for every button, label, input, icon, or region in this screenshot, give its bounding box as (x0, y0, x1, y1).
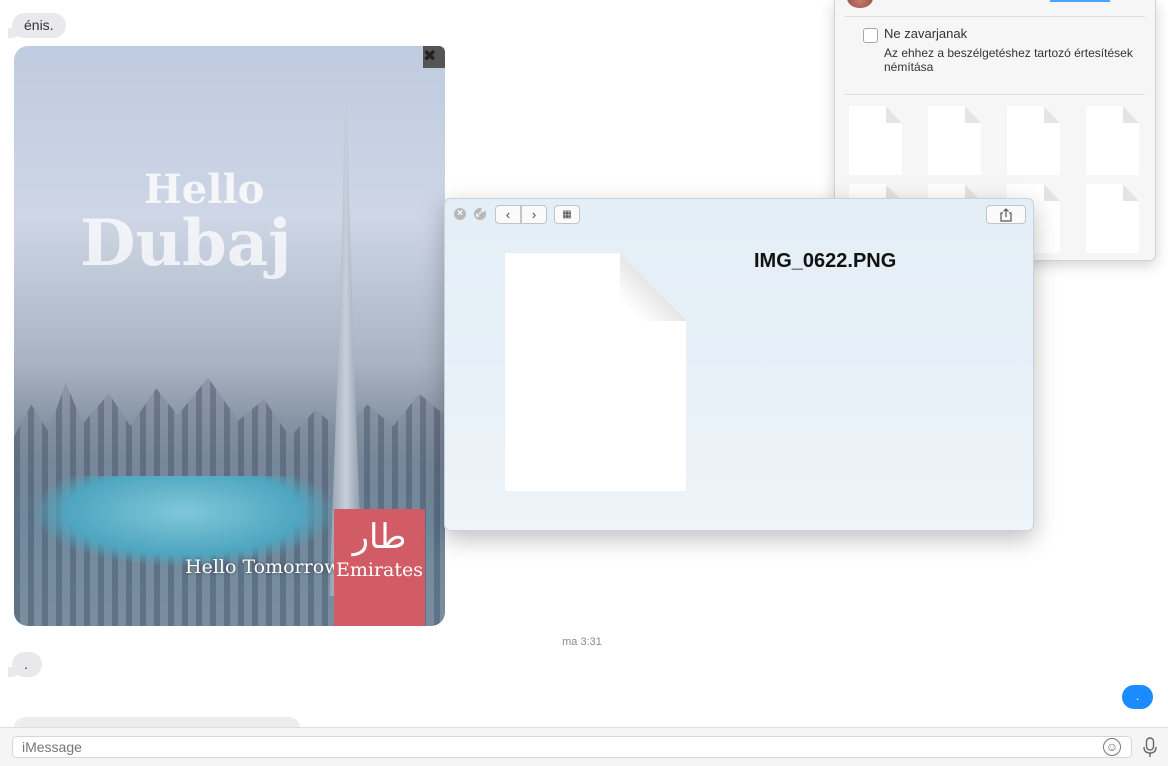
close-icon[interactable]: ✖ (423, 46, 445, 68)
message-bubble-incoming[interactable]: énis. (8, 13, 66, 38)
emirates-wordmark: Emirates (335, 559, 423, 581)
attachment-file-icon[interactable] (1007, 106, 1060, 175)
emirates-logo: ﻃﺎﺭ Emirates (334, 509, 425, 626)
attachment-file-icon[interactable] (928, 106, 981, 175)
attachment-file-icon[interactable] (1086, 106, 1139, 175)
do-not-disturb-description: Az ehhez a beszélgetéshez tartozó értesí… (884, 46, 1133, 74)
microphone-icon[interactable] (1142, 737, 1158, 759)
do-not-disturb-label: Ne zavarjanak (884, 26, 968, 41)
next-button[interactable]: › (521, 205, 547, 224)
close-icon[interactable]: × (454, 208, 466, 220)
message-bubble-outgoing[interactable]: . (1122, 685, 1153, 709)
emoji-icon[interactable]: ☺ (1103, 738, 1121, 756)
index-sheet-icon[interactable]: ▦ (554, 205, 580, 224)
ad-tagline: Hello Tomorrow (185, 556, 341, 578)
emirates-calligraphy: ﻃﺎﺭ (352, 517, 407, 557)
message-text: . (1135, 688, 1140, 703)
fullscreen-icon[interactable]: ⤢ (474, 208, 486, 220)
attachment-file-icon[interactable] (849, 106, 902, 175)
message-text: . (24, 656, 28, 672)
quick-look-window: × ⤢ ‹ › ▦ IMG_0622.PNG (444, 198, 1034, 531)
file-name: IMG_0622.PNG (754, 250, 897, 272)
compose-bar: ☺ (0, 727, 1168, 766)
do-not-disturb-checkbox[interactable] (863, 28, 878, 43)
image-attachment[interactable]: Hello Dubaj Hello Tomorrow ﻃﺎﺭ Emirates (14, 46, 445, 626)
message-text: énis. (24, 17, 54, 33)
message-input[interactable] (12, 736, 1132, 758)
divider (845, 16, 1145, 17)
avatar[interactable] (847, 0, 873, 8)
water-fountain (34, 476, 334, 566)
message-bubble-incoming[interactable]: . (8, 652, 42, 677)
share-icon[interactable] (986, 205, 1026, 224)
page-curl (620, 253, 686, 321)
message-timestamp: ma 3:31 (562, 636, 602, 648)
attachment-file-icon[interactable] (1086, 184, 1139, 253)
details-top-button[interactable] (1050, 0, 1110, 2)
previous-button[interactable]: ‹ (495, 205, 521, 224)
ad-city-text: Dubaj (80, 206, 292, 281)
divider (845, 94, 1145, 95)
